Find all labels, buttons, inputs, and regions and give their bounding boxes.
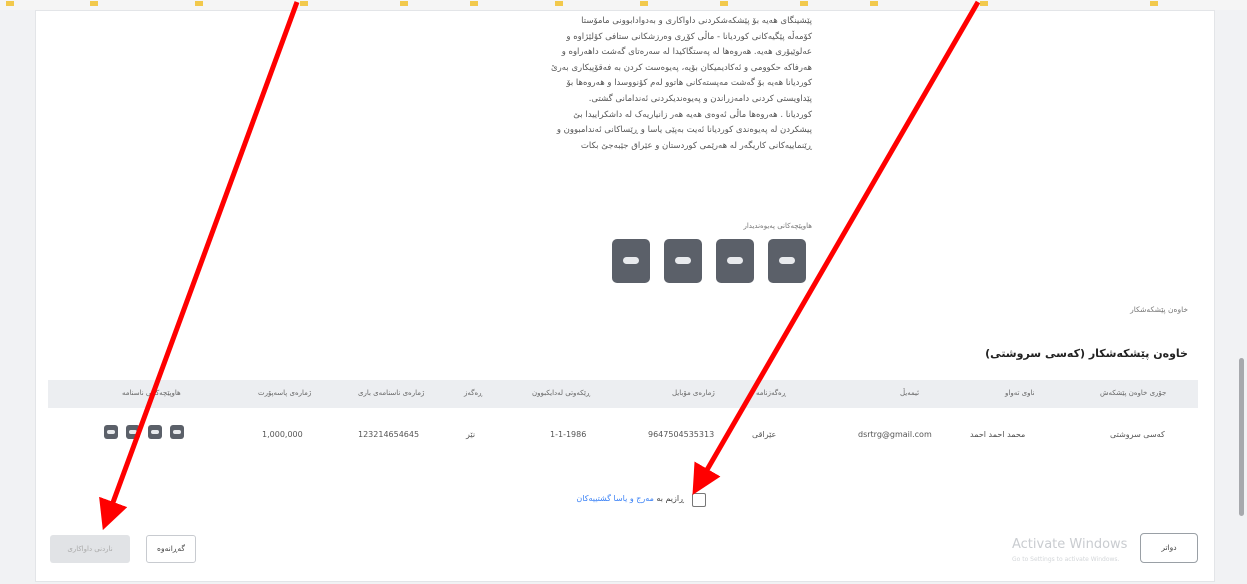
- folder-icon: [195, 1, 203, 6]
- terms-text: ڕازیم بە مەرج و یاسا گشتییەکان: [576, 494, 684, 503]
- folder-icon: [555, 1, 563, 6]
- folder-icon: [870, 1, 878, 6]
- description-line: عەلوێیۆری هەیە. هەروەها لە پەستگاکیدا لە…: [561, 47, 812, 58]
- cell-email: dsrtrg@gmail.com: [858, 430, 932, 439]
- attachment-icon: [675, 257, 691, 264]
- terms-prefix: ڕازیم بە: [656, 494, 684, 503]
- th-mobile: ژمارەی مۆبایل: [672, 389, 715, 397]
- attachment-icon: [623, 257, 639, 264]
- attachment-icon[interactable]: [148, 425, 162, 439]
- cell-civil-id: 123214654645: [358, 430, 420, 439]
- attachment-button[interactable]: [716, 239, 754, 283]
- folder-icon: [800, 1, 808, 6]
- th-birth-date: ڕێکەوتی لەدایکبوون: [532, 389, 591, 397]
- th-gender: ڕەگەز: [464, 389, 483, 397]
- bookmark-item[interactable]: [720, 1, 731, 7]
- section-small-title: خاوەن پێشکەشکار: [1130, 305, 1188, 314]
- description-line: کوردیانا . هەروەها ماڵی ئەوەی هەیە هەر ز…: [573, 109, 812, 120]
- cell-passport: 1,000,000: [262, 430, 303, 439]
- folder-icon: [640, 1, 648, 6]
- terms-checkbox[interactable]: [692, 493, 706, 507]
- bookmark-item[interactable]: [195, 1, 206, 7]
- bookmark-item[interactable]: [800, 1, 811, 7]
- section-title: خاوەن پێشکەشکار (کەسی سروشتی): [985, 347, 1188, 360]
- description-line: کوردیانا هەیە بۆ گەشت مەپستەکانی هاتوو ل…: [566, 78, 812, 89]
- description-line: پێداویستی کردنی دامەزراندن و پەیوەندیکرد…: [588, 93, 812, 104]
- th-nationality: ڕەگەزنامە: [756, 389, 786, 397]
- folder-icon: [720, 1, 728, 6]
- description-line: کۆمەڵە پێگیەکانی کوردیانا - ماڵی کۆڕی وە…: [566, 31, 812, 42]
- attachments-label: هاوپێچەکانی پەیوەندیدار: [743, 222, 812, 230]
- th-id-attachments: هاوپێچەکانی ناسنامە: [122, 389, 181, 397]
- cell-mobile: 9647504535313: [648, 430, 715, 439]
- submit-button[interactable]: ناردنی داواکاری: [50, 535, 130, 563]
- cell-full-name: محمد احمد احمد: [970, 430, 1026, 439]
- terms-agreement: ڕازیم بە مەرج و یاسا گشتییەکان: [528, 492, 706, 508]
- folder-icon: [980, 1, 988, 6]
- description-line: هەرفاکە حکوومی و ئەکادیمیکان بۆیە، پەیوە…: [550, 62, 812, 73]
- folder-icon: [6, 1, 14, 6]
- th-email: ئیمەیڵ: [900, 389, 920, 397]
- bookmark-item[interactable]: [870, 1, 881, 7]
- attachment-icon[interactable]: [126, 425, 140, 439]
- bookmark-item[interactable]: [300, 1, 311, 7]
- attachment-icon[interactable]: [170, 425, 184, 439]
- cell-gender: نێر: [466, 430, 476, 439]
- scrollbar-thumb[interactable]: [1239, 358, 1244, 516]
- next-button[interactable]: دواتر: [1140, 533, 1198, 563]
- th-civil-id: ژمارەی ناسنامەی باری: [358, 389, 425, 397]
- attachment-icon: [727, 257, 743, 264]
- terms-link[interactable]: مەرج و یاسا گشتییەکان: [576, 494, 654, 503]
- back-button[interactable]: گەڕانەوە: [146, 535, 196, 563]
- cell-birth-date: 1-1-1986: [550, 430, 587, 439]
- description-line: ڕێنماییەکانی کاریگەر لە هەرێمی کوردستان …: [580, 140, 812, 151]
- description-line: پیشکردن لە پەیوەندی کوردیانا ئەیت بەپێی …: [556, 125, 812, 136]
- bookmark-item[interactable]: [640, 1, 651, 7]
- folder-icon: [90, 1, 98, 6]
- attachments-row: [612, 239, 812, 287]
- folder-icon: [1150, 1, 1158, 6]
- folder-icon: [400, 1, 408, 6]
- bookmark-item[interactable]: [555, 1, 566, 7]
- th-full-name: ناوی تەواو: [1005, 389, 1035, 397]
- th-owner-type: جۆری خاوەن پێشکەش: [1100, 389, 1167, 397]
- description-line: پێشینگای هەیە بۆ پێشکەشکردنی داواکاری و …: [581, 16, 812, 26]
- folder-icon: [470, 1, 478, 6]
- attachment-button[interactable]: [768, 239, 806, 283]
- attachment-button[interactable]: [612, 239, 650, 283]
- bookmark-item[interactable]: [470, 1, 481, 7]
- attachment-button[interactable]: [664, 239, 702, 283]
- bookmark-item[interactable]: [980, 1, 991, 7]
- bookmark-item[interactable]: [90, 1, 101, 7]
- bookmark-item[interactable]: [6, 1, 17, 7]
- bookmark-item[interactable]: [400, 1, 411, 7]
- bookmark-item[interactable]: [1150, 1, 1161, 7]
- attachment-icon: [779, 257, 795, 264]
- attachment-icon[interactable]: [104, 425, 118, 439]
- description-text: پێشینگای هەیە بۆ پێشکەشکردنی داواکاری و …: [438, 14, 812, 154]
- cell-nationality: عێراقی: [752, 430, 777, 439]
- cell-owner-type: کەسی سروشتی: [1110, 430, 1165, 439]
- th-passport: ژمارەی پاسەپۆرت: [258, 389, 312, 397]
- folder-icon: [300, 1, 308, 6]
- activate-windows-subtext: Go to Settings to activate Windows.: [1012, 556, 1120, 563]
- activate-windows-watermark: Activate Windows: [1012, 537, 1128, 552]
- bookmarks-bar: [0, 0, 1247, 10]
